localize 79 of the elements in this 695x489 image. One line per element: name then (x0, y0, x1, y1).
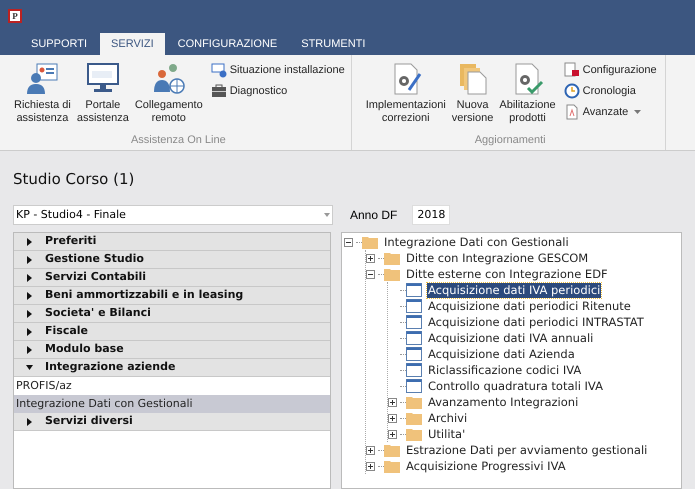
ribbon-small-button[interactable]: Cronologia (564, 82, 657, 100)
sidebar-section[interactable]: Fiscale (14, 323, 330, 341)
ribbon-tab[interactable]: STRUMENTI (290, 33, 376, 55)
expand-icon[interactable] (366, 446, 375, 454)
sidebar-section[interactable]: Societa' e Bilanci (14, 305, 330, 323)
tree-item[interactable]: Ditte esterne con Integrazione EDF (405, 266, 609, 282)
sidebar-item[interactable]: Integrazione Dati con Gestionali (14, 395, 330, 413)
sidebar-section[interactable]: Gestione Studio (14, 251, 330, 269)
expand-icon[interactable] (366, 462, 375, 470)
monitor-upload-icon (210, 62, 227, 78)
sidebar-section[interactable]: Integrazione aziende (14, 359, 330, 377)
collapse-icon[interactable] (344, 238, 353, 246)
tree-item[interactable]: Acquisizione dati IVA annuali (427, 330, 594, 346)
sidebar-section[interactable]: Preferiti (14, 233, 330, 251)
dropdown-caret-icon (634, 110, 642, 114)
tree-item[interactable]: Ditte con Integrazione GESCOM (405, 250, 590, 266)
sidebar-section[interactable]: Modulo base (14, 341, 330, 359)
folder-icon (384, 459, 400, 473)
clock-icon (564, 83, 580, 99)
tree-item[interactable]: Acquisizione Progressivi IVA (405, 458, 567, 474)
ribbon-group-label: Assistenza On Line (130, 133, 227, 148)
document-flag-icon (564, 62, 580, 78)
ribbon-button[interactable]: Nuova versione (450, 59, 496, 132)
tree-item[interactable]: Integrazione Dati con Gestionali (383, 234, 570, 250)
ribbon-group-label: Aggiornamenti (474, 133, 547, 148)
year-field[interactable]: 2018 (412, 205, 450, 225)
sidebar-section[interactable]: Servizi diversi (14, 413, 330, 431)
tree-item[interactable]: Utilita' (427, 426, 466, 442)
tree-item[interactable]: Archivi (427, 410, 468, 426)
ribbon-button[interactable]: Collegamento remoto (132, 59, 205, 132)
sidebar-section[interactable]: Beni ammortizzabili e in leasing (14, 287, 330, 305)
ribbon-small-button[interactable]: Avanzate (564, 103, 657, 121)
people-globe-icon (152, 62, 186, 96)
tree-item[interactable]: Acquisizione dati periodici INTRASTAT (427, 314, 645, 330)
ribbon-tab[interactable]: CONFIGURAZIONE (166, 33, 288, 55)
ribbon-small-button[interactable]: Diagnostico (210, 82, 345, 100)
expand-icon[interactable] (366, 254, 375, 262)
sidebar-section[interactable]: Servizi Contabili (14, 269, 330, 287)
tree-item[interactable]: Estrazione Dati per avviamento gestionali (405, 442, 648, 458)
collapse-icon[interactable] (366, 270, 375, 278)
folder-icon (384, 267, 400, 281)
window-icon (406, 379, 422, 393)
folder-icon (406, 411, 422, 425)
person-card-icon (25, 62, 60, 96)
ribbon-small-button[interactable]: Situazione installazione (210, 61, 345, 79)
app-logo: P (8, 9, 22, 23)
ribbon-button[interactable]: Portale assistenza (74, 59, 131, 132)
tree-item[interactable]: Riclassificazione codici IVA (427, 362, 582, 378)
year-label: Anno DF (350, 207, 398, 224)
ribbon-tab[interactable]: SERVIZI (100, 33, 165, 55)
page-title: Studio Corso (1) (13, 169, 136, 188)
expand-icon[interactable] (388, 414, 397, 422)
tree-item[interactable]: Controllo quadratura totali IVA (427, 378, 604, 394)
company-select[interactable]: KP - Studio4 - Finale (13, 205, 333, 225)
ribbon-button[interactable]: Richiesta di assistenza (12, 59, 73, 132)
folder-icon (384, 251, 400, 265)
ribbon-button[interactable]: Abilitazione prodotti (497, 59, 558, 132)
window-icon (406, 347, 422, 361)
tree-item[interactable]: Acquisizione dati Azienda (427, 346, 576, 362)
ribbon-tab[interactable]: SUPPORTI (20, 33, 98, 55)
window-icon (406, 315, 422, 329)
toolbox-icon (210, 83, 227, 99)
expand-icon[interactable] (388, 398, 397, 406)
dropdown-caret-icon (324, 213, 330, 217)
tree-item[interactable]: Avanzamento Integrazioni (427, 394, 580, 410)
window-icon (406, 299, 422, 313)
window-icon (406, 363, 422, 377)
tree-item[interactable]: Acquisizione dati IVA periodici (427, 282, 602, 298)
folder-icon (406, 395, 422, 409)
ribbon-button[interactable]: Implementazioni correzioni (364, 59, 448, 132)
document-icon (564, 104, 580, 120)
folder-icon (384, 443, 400, 457)
window-icon (406, 331, 422, 345)
folder-icon (362, 235, 378, 249)
window-icon (406, 283, 422, 297)
ribbon-small-button[interactable]: Configurazione (564, 61, 657, 79)
folder-icon (406, 427, 422, 441)
tree-item[interactable]: Acquisizione dati periodici Ritenute (427, 298, 632, 314)
expand-icon[interactable] (388, 430, 397, 438)
